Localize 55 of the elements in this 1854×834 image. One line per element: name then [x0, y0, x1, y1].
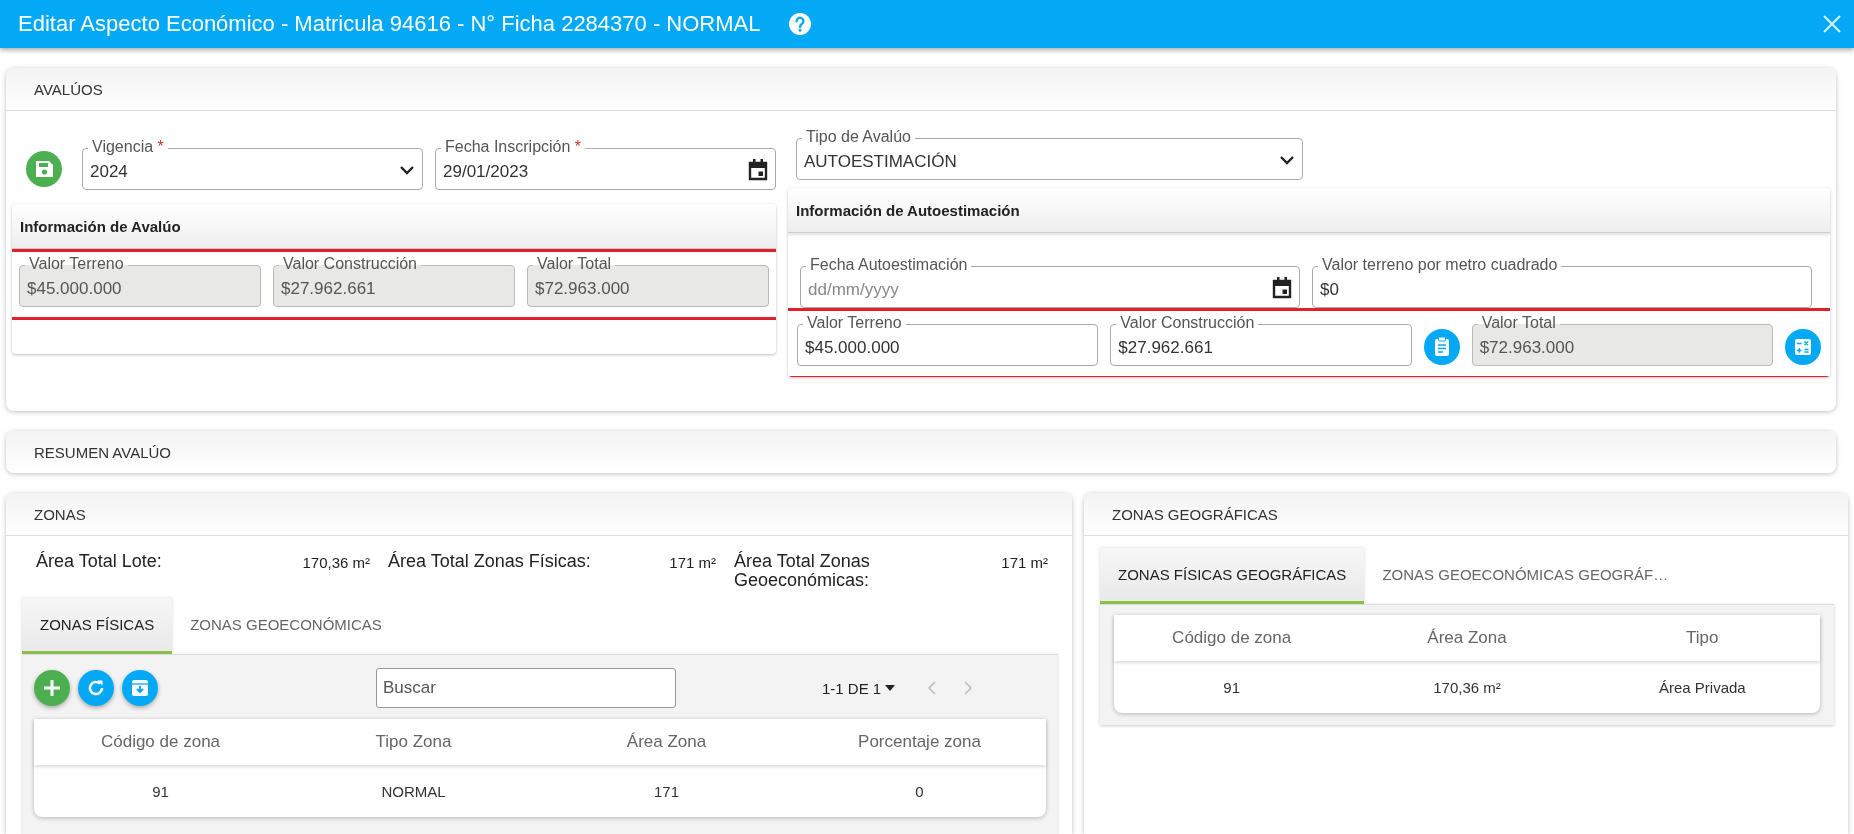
- input-field[interactable]: Valor Construcción $27.962.661: [1110, 313, 1412, 366]
- input-field[interactable]: Valor terreno por metro cuadrado $0: [1312, 255, 1812, 308]
- caret-icon: [885, 685, 896, 691]
- table-cell: 91: [152, 782, 169, 800]
- table-cell: 91: [1223, 678, 1240, 696]
- pagination-dropdown[interactable]: 1-1 DE 1: [816, 678, 902, 698]
- select-field[interactable]: Vigencia * 2024: [82, 137, 423, 190]
- total-value: 171 m²: [668, 553, 716, 571]
- card-title: Información de Avalúo: [20, 217, 181, 235]
- column-header[interactable]: Área Zona: [1427, 628, 1507, 648]
- previous-page-icon[interactable]: [927, 680, 938, 696]
- total-label: Área Total Lote:: [36, 552, 163, 571]
- column-header[interactable]: Área Zona: [626, 732, 707, 752]
- total-value: 170,36 m²: [301, 553, 370, 571]
- column-header[interactable]: Tipo Zona: [375, 732, 452, 752]
- date-field[interactable]: Fecha Autoestimación dd/mm/yyyy: [800, 255, 1300, 308]
- card-title: ZONAS: [34, 505, 86, 523]
- total-value: 171 m²: [1000, 553, 1048, 571]
- column-header[interactable]: Tipo: [1686, 628, 1719, 648]
- chevron-down-icon: [399, 165, 415, 175]
- column-header[interactable]: Código de zona: [100, 732, 221, 752]
- card-title: Información de Autoestimación: [796, 201, 1020, 219]
- search-field[interactable]: Buscar: [376, 668, 676, 708]
- tab[interactable]: ZONAS FÍSICAS: [22, 598, 173, 654]
- select-field[interactable]: Tipo de Avalúo AUTOESTIMACIÓN: [796, 127, 1303, 180]
- chevron-down-icon: [1279, 155, 1295, 165]
- calculator-icon[interactable]: [1785, 329, 1821, 365]
- date-field[interactable]: Fecha Inscripción * 29/01/2023: [435, 137, 776, 190]
- calendar-icon[interactable]: [748, 159, 768, 181]
- tab[interactable]: ZONAS FÍSICAS GEOGRÁFICAS: [1100, 548, 1365, 604]
- help-icon[interactable]: [788, 12, 813, 36]
- table-cell: 171: [654, 782, 679, 800]
- table-cell: 170,36 m²: [1433, 678, 1501, 696]
- archive-download-icon[interactable]: [122, 670, 158, 706]
- table-cell: NORMAL: [381, 782, 446, 800]
- add-icon[interactable]: [34, 670, 70, 706]
- calendar-icon[interactable]: [1272, 277, 1292, 299]
- window-title: Editar Aspecto Económico - Matricula 94616 - N° Ficha 2284370 - NORMAL: [18, 11, 761, 37]
- card-title: RESUMEN AVALÚO: [34, 443, 171, 461]
- total-label: Área Total Zonas Geoeconómicas:: [734, 552, 871, 590]
- card-title: AVALÚOS: [34, 80, 103, 98]
- next-page-icon[interactable]: [963, 680, 974, 696]
- close-icon[interactable]: [1822, 14, 1842, 34]
- tab[interactable]: ZONAS GEOECONÓMICAS GEOGRÁF…: [1364, 548, 1687, 604]
- card-title: ZONAS GEOGRÁFICAS: [1112, 505, 1278, 523]
- clipboard-icon[interactable]: [1423, 329, 1460, 365]
- refresh-icon[interactable]: [78, 670, 114, 706]
- input-field[interactable]: Valor Terreno $45.000.000: [797, 313, 1099, 366]
- save-icon[interactable]: [26, 150, 62, 187]
- tab[interactable]: ZONAS GEOECONÓMICAS: [172, 598, 400, 654]
- table-cell: Área Privada: [1658, 678, 1746, 696]
- column-header[interactable]: Porcentaje zona: [858, 732, 981, 752]
- total-label: Área Total Zonas Físicas:: [388, 552, 592, 571]
- column-header[interactable]: Código de zona: [1172, 628, 1292, 648]
- table-cell: 0: [915, 782, 924, 800]
